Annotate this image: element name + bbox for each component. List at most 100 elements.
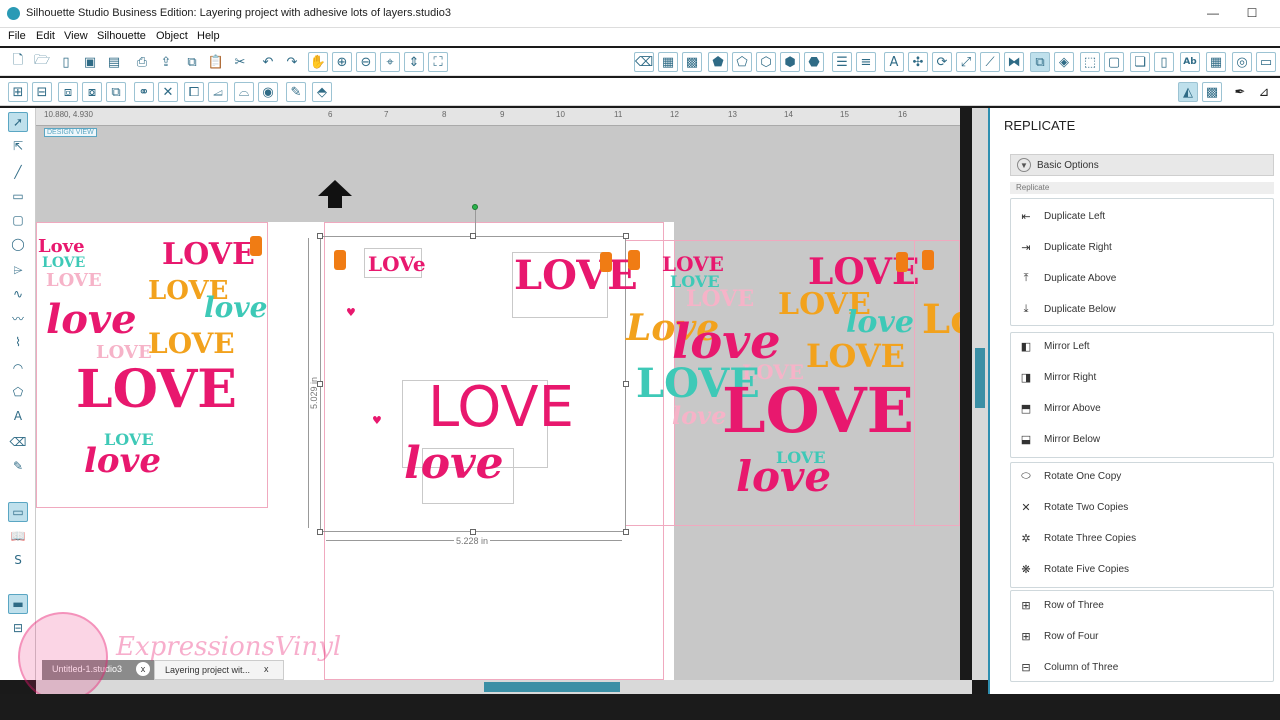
menu-silhouette[interactable]: Silhouette bbox=[97, 30, 146, 42]
heart-word[interactable]: LOVE bbox=[148, 330, 235, 358]
point-editing-icon[interactable]: ◉ bbox=[258, 82, 278, 102]
distribute-icon[interactable]: ≡ bbox=[856, 52, 876, 72]
heart-word[interactable]: Love bbox=[38, 238, 85, 256]
duplicate-right-button[interactable]: ⇥ Duplicate Right bbox=[1016, 235, 1266, 259]
release-compound-icon[interactable]: ⧇ bbox=[82, 82, 102, 102]
fill-pattern-icon[interactable]: ⬡ bbox=[756, 52, 776, 72]
menu-help[interactable]: Help bbox=[197, 30, 220, 42]
heart-word[interactable]: LOVE bbox=[806, 340, 905, 372]
resize-handle[interactable] bbox=[623, 529, 629, 535]
save-to-library-icon[interactable]: ▤ bbox=[104, 52, 124, 72]
mirror-left-button[interactable]: ◧ Mirror Left bbox=[1016, 334, 1266, 358]
group-icon[interactable]: ⊞ bbox=[8, 82, 28, 102]
tab-close-icon[interactable]: x bbox=[136, 662, 150, 676]
heart-word[interactable]: love bbox=[84, 444, 161, 478]
text-tool-icon[interactable]: A bbox=[8, 406, 28, 426]
new-icon[interactable]: 🗋 bbox=[8, 52, 28, 72]
heart-word[interactable]: LOVE bbox=[46, 272, 102, 290]
replicate-icon[interactable]: ⧉ bbox=[1030, 52, 1050, 72]
trace-tool-icon[interactable]: ✎ bbox=[286, 82, 306, 102]
horizontal-scroll-thumb[interactable] bbox=[484, 682, 620, 692]
basic-options-header[interactable]: ▼ Basic Options bbox=[1010, 154, 1274, 176]
rectangle-tool-icon[interactable]: ▭ bbox=[8, 186, 28, 206]
freehand-tool-icon[interactable]: 〰 bbox=[8, 308, 28, 328]
undo-icon[interactable]: ↶ bbox=[258, 52, 278, 72]
heart-word[interactable]: love bbox=[672, 318, 781, 366]
regular-polygon-tool-icon[interactable]: ⬠ bbox=[8, 382, 28, 402]
send-panel-icon[interactable]: ▭ bbox=[1256, 52, 1276, 72]
horizontal-scrollbar[interactable] bbox=[36, 680, 972, 694]
small-love-text[interactable]: LOVe bbox=[368, 254, 426, 274]
send-view-icon[interactable]: ▩ bbox=[1202, 82, 1222, 102]
design-canvas[interactable]: 10.880, 4.930 6 7 8 9 10 11 12 13 14 15 … bbox=[36, 108, 960, 680]
duplicate-below-button[interactable]: ⤓ Duplicate Below bbox=[1016, 297, 1266, 321]
heart-word[interactable]: LOVE bbox=[42, 256, 85, 270]
ellipse-tool-icon[interactable]: ◯ bbox=[8, 234, 28, 254]
mirror-below-button[interactable]: ⬓ Mirror Below bbox=[1016, 427, 1266, 451]
save-icon[interactable]: ▣ bbox=[80, 52, 100, 72]
offset-icon[interactable]: ◈ bbox=[1054, 52, 1074, 72]
line-color-icon[interactable]: ⬢ bbox=[780, 52, 800, 72]
curve-tool-icon[interactable]: ∿ bbox=[8, 284, 28, 304]
transform-icon[interactable]: ✣ bbox=[908, 52, 928, 72]
trace-icon[interactable]: ⬚ bbox=[1080, 52, 1100, 72]
rotate-two-copies-button[interactable]: ✕ Rotate Two Copies bbox=[1016, 495, 1266, 519]
eraser-tool-icon[interactable]: ⌫ bbox=[634, 52, 654, 72]
fit-to-page-icon[interactable]: ⛶ bbox=[428, 52, 448, 72]
menu-view[interactable]: View bbox=[64, 30, 88, 42]
knife-tool-icon[interactable]: ⬘ bbox=[312, 82, 332, 102]
mirror-above-button[interactable]: ⬒ Mirror Above bbox=[1016, 396, 1266, 420]
redo-icon[interactable]: ↷ bbox=[282, 52, 302, 72]
resize-handle[interactable] bbox=[317, 529, 323, 535]
rotate-one-copy-button[interactable]: ⬭ Rotate One Copy bbox=[1016, 464, 1266, 488]
send-icon[interactable]: ⇪ bbox=[156, 52, 176, 72]
rotate-three-copies-button[interactable]: ✲ Rotate Three Copies bbox=[1016, 526, 1266, 550]
layers-icon[interactable]: ❏ bbox=[1130, 52, 1150, 72]
menu-edit[interactable]: Edit bbox=[36, 30, 55, 42]
collapse-icon[interactable]: ▼ bbox=[1017, 158, 1031, 172]
resize-handle[interactable] bbox=[623, 233, 629, 239]
weld-icon[interactable]: ⚭ bbox=[134, 82, 154, 102]
pan-icon[interactable]: ✋ bbox=[308, 52, 328, 72]
duplicate-icon[interactable]: ⧉ bbox=[106, 82, 126, 102]
heart-word[interactable]: love bbox=[736, 456, 831, 498]
library-tool-icon[interactable]: 📖 bbox=[8, 526, 28, 546]
heart-word[interactable]: LOVE bbox=[162, 240, 255, 270]
align-icon[interactable]: ☰ bbox=[832, 52, 852, 72]
library-panel-icon[interactable]: ▦ bbox=[1206, 52, 1226, 72]
row-of-four-button[interactable]: ⊞ Row of Four bbox=[1016, 624, 1266, 648]
scale-icon[interactable]: ⤢ bbox=[956, 52, 976, 72]
sketch-icon[interactable]: ▯ bbox=[1154, 52, 1174, 72]
silhouette-store-icon[interactable]: S bbox=[8, 550, 28, 570]
mirror-right-button[interactable]: ◨ Mirror Right bbox=[1016, 365, 1266, 389]
edit-points-icon[interactable]: ⌓ bbox=[234, 82, 254, 102]
menu-file[interactable]: File bbox=[8, 30, 26, 42]
print-and-cut-icon[interactable]: ▢ bbox=[1104, 52, 1124, 72]
line-weight-icon[interactable]: ⊿ bbox=[1254, 82, 1274, 102]
send-to-back-icon[interactable]: ⧡ bbox=[208, 82, 228, 102]
point-edit-tool-icon[interactable]: ⇱ bbox=[8, 136, 28, 156]
store-icon[interactable]: ◎ bbox=[1232, 52, 1252, 72]
big-love-text[interactable]: LOVE bbox=[428, 380, 574, 436]
minimize-button[interactable]: — bbox=[1204, 4, 1222, 22]
delete-icon[interactable]: ✕ bbox=[158, 82, 178, 102]
resize-handle[interactable] bbox=[470, 233, 476, 239]
heart-word[interactable]: love bbox=[846, 308, 914, 338]
tab-close-icon[interactable]: x bbox=[264, 664, 269, 674]
zoom-out-icon[interactable]: ⊖ bbox=[356, 52, 376, 72]
text-style-icon[interactable]: A bbox=[884, 52, 904, 72]
resize-handle[interactable] bbox=[470, 529, 476, 535]
ungroup-icon[interactable]: ⊟ bbox=[32, 82, 52, 102]
design-view-icon[interactable]: ◭ bbox=[1178, 82, 1198, 102]
heart-word[interactable]: LOVE bbox=[662, 254, 724, 274]
row-of-three-button[interactable]: ⊞ Row of Three bbox=[1016, 593, 1266, 617]
bring-to-front-icon[interactable]: ⧠ bbox=[184, 82, 204, 102]
zoom-select-icon[interactable]: ⌖ bbox=[380, 52, 400, 72]
print-icon[interactable]: ⎙ bbox=[132, 52, 152, 72]
heart-word[interactable]: Love bbox=[922, 300, 960, 340]
heart-word[interactable]: love bbox=[204, 294, 267, 322]
open-icon[interactable]: 🗁 bbox=[32, 52, 52, 72]
arrow-love-text[interactable]: LOVE bbox=[514, 256, 638, 296]
heart-word[interactable]: LOVE bbox=[76, 364, 237, 416]
heart-word[interactable]: LOVE bbox=[722, 380, 914, 442]
